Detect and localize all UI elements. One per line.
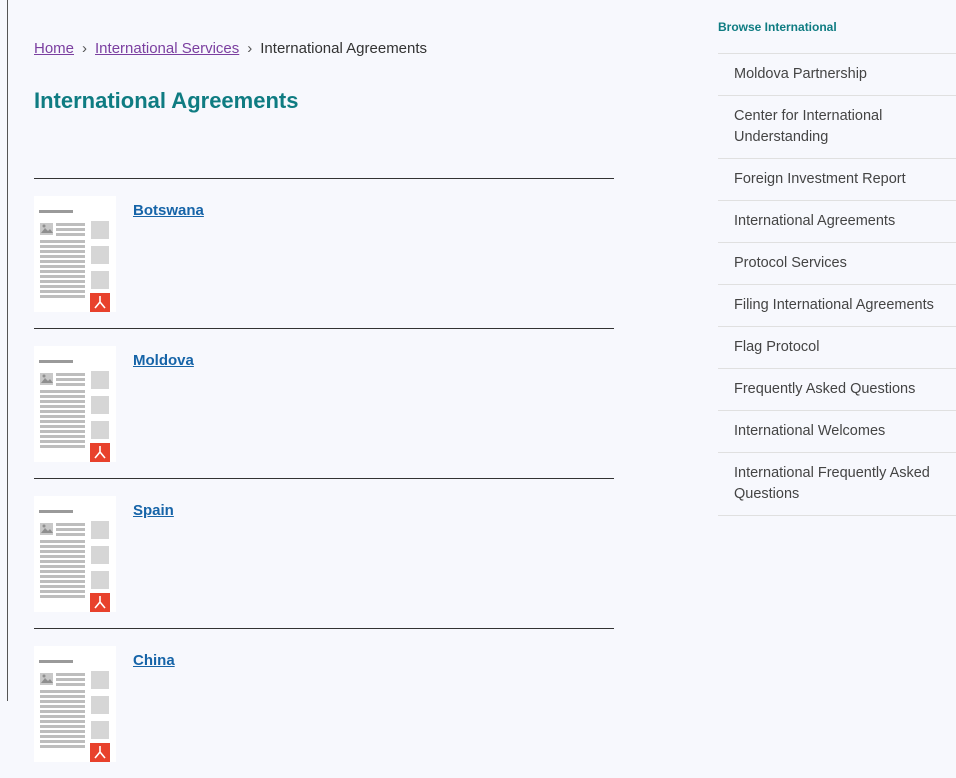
sidebar-item-international-faq[interactable]: International Frequently Asked Questions: [718, 453, 956, 516]
sidebar-nav: Moldova Partnership Center for Internati…: [718, 53, 956, 516]
sidebar-item-moldova-partnership[interactable]: Moldova Partnership: [718, 54, 956, 96]
sidebar-heading: Browse International: [718, 20, 837, 34]
sidebar-item-foreign-investment-report[interactable]: Foreign Investment Report: [718, 159, 956, 201]
pdf-document-icon[interactable]: [34, 346, 116, 462]
breadcrumb-home-link[interactable]: Home: [34, 40, 74, 57]
pdf-document-icon[interactable]: [34, 646, 116, 762]
sidebar-item-filing-international-agreements[interactable]: Filing International Agreements: [718, 285, 956, 327]
agreement-item-spain: Spain: [34, 478, 614, 628]
agreement-list: Botswana Moldova Spain China: [34, 178, 614, 778]
agreement-item-china: China: [34, 628, 614, 778]
sidebar-item-flag-protocol[interactable]: Flag Protocol: [718, 327, 956, 369]
agreement-link-botswana[interactable]: Botswana: [133, 202, 204, 219]
agreement-link-spain[interactable]: Spain: [133, 502, 174, 519]
sidebar-item-international-welcomes[interactable]: International Welcomes: [718, 411, 956, 453]
sidebar-item-frequently-asked-questions[interactable]: Frequently Asked Questions: [718, 369, 956, 411]
page-left-border: [7, 0, 8, 701]
breadcrumb-current: International Agreements: [260, 40, 428, 57]
breadcrumb-separator: ›: [82, 40, 88, 57]
sidebar-item-protocol-services[interactable]: Protocol Services: [718, 243, 956, 285]
breadcrumb-services-link[interactable]: International Services: [95, 40, 239, 57]
agreement-link-china[interactable]: China: [133, 652, 175, 669]
breadcrumb-separator: ›: [247, 40, 253, 57]
sidebar-item-international-agreements[interactable]: International Agreements: [718, 201, 956, 243]
page-title: International Agreements: [34, 88, 299, 113]
pdf-document-icon[interactable]: [34, 196, 116, 312]
agreement-item-botswana: Botswana: [34, 178, 614, 328]
breadcrumb: Home › International Services › Internationa…: [34, 40, 427, 57]
sidebar-item-center-for-international-understanding[interactable]: Center for International Understanding: [718, 96, 956, 159]
pdf-document-icon[interactable]: [34, 496, 116, 612]
agreement-item-moldova: Moldova: [34, 328, 614, 478]
agreement-link-moldova[interactable]: Moldova: [133, 352, 194, 369]
